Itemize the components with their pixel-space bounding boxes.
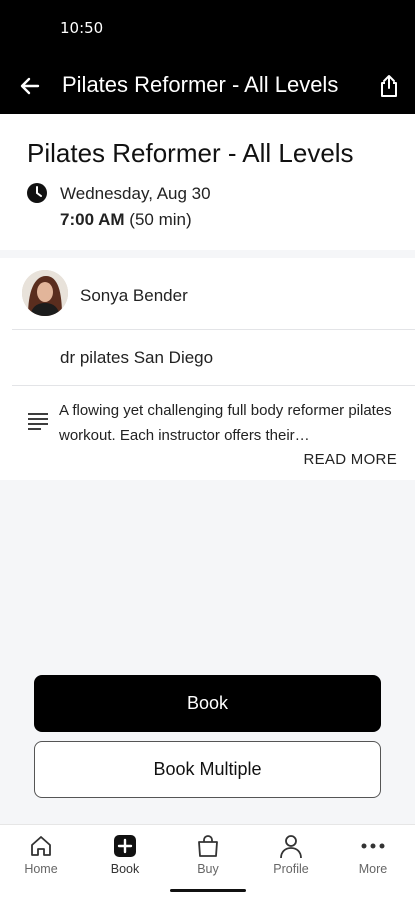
more-dots-icon	[361, 843, 385, 849]
studio-row[interactable]: dr pilates San Diego	[12, 330, 415, 386]
instructor-avatar	[22, 270, 68, 316]
nav-book[interactable]: Book	[90, 833, 160, 876]
home-indicator	[170, 889, 246, 892]
nav-more[interactable]: More	[338, 833, 408, 876]
nav-profile[interactable]: Profile	[256, 833, 326, 876]
nav-book-label: Book	[110, 862, 140, 876]
book-button[interactable]: Book	[34, 675, 381, 732]
clock-icon	[27, 183, 47, 203]
nav-more-label: More	[358, 862, 388, 876]
read-more-link[interactable]: READ MORE	[303, 451, 397, 468]
class-date: Wednesday, Aug 30	[60, 184, 211, 203]
class-duration: (50 min)	[129, 210, 192, 229]
app-bar: Pilates Reformer - All Levels	[0, 58, 415, 114]
back-arrow-icon[interactable]	[18, 74, 42, 98]
home-icon	[31, 836, 51, 856]
nav-home-label: Home	[24, 862, 58, 876]
book-multiple-button[interactable]: Book Multiple	[34, 741, 381, 798]
person-icon	[280, 835, 302, 859]
class-title: Pilates Reformer - All Levels	[27, 138, 354, 168]
nav-home[interactable]: Home	[6, 833, 76, 876]
class-header: Pilates Reformer - All Levels Wednesday,…	[0, 114, 415, 250]
status-bar: 10:50	[0, 0, 415, 58]
class-info-card: Sonya Bender dr pilates San Diego A flow…	[0, 258, 415, 480]
instructor-name: Sonya Bender	[80, 286, 188, 305]
nav-buy-label: Buy	[197, 862, 219, 876]
description-row: A flowing yet challenging full body refo…	[12, 386, 415, 480]
plus-square-icon	[114, 835, 136, 857]
app-bar-title: Pilates Reformer - All Levels	[62, 72, 339, 97]
share-icon[interactable]	[377, 73, 401, 99]
shopping-bag-icon	[198, 835, 218, 857]
studio-name: dr pilates San Diego	[60, 348, 214, 367]
instructor-row[interactable]: Sonya Bender	[12, 258, 415, 330]
nav-buy[interactable]: Buy	[173, 833, 243, 876]
class-start-time: 7:00 AM	[60, 210, 125, 229]
nav-profile-label: Profile	[273, 862, 309, 876]
description-text: A flowing yet challenging full body refo…	[59, 402, 392, 444]
description-lines-icon	[28, 413, 48, 430]
class-time: 7:00 AM (50 min)	[60, 210, 192, 230]
status-time: 10:50	[60, 19, 104, 37]
